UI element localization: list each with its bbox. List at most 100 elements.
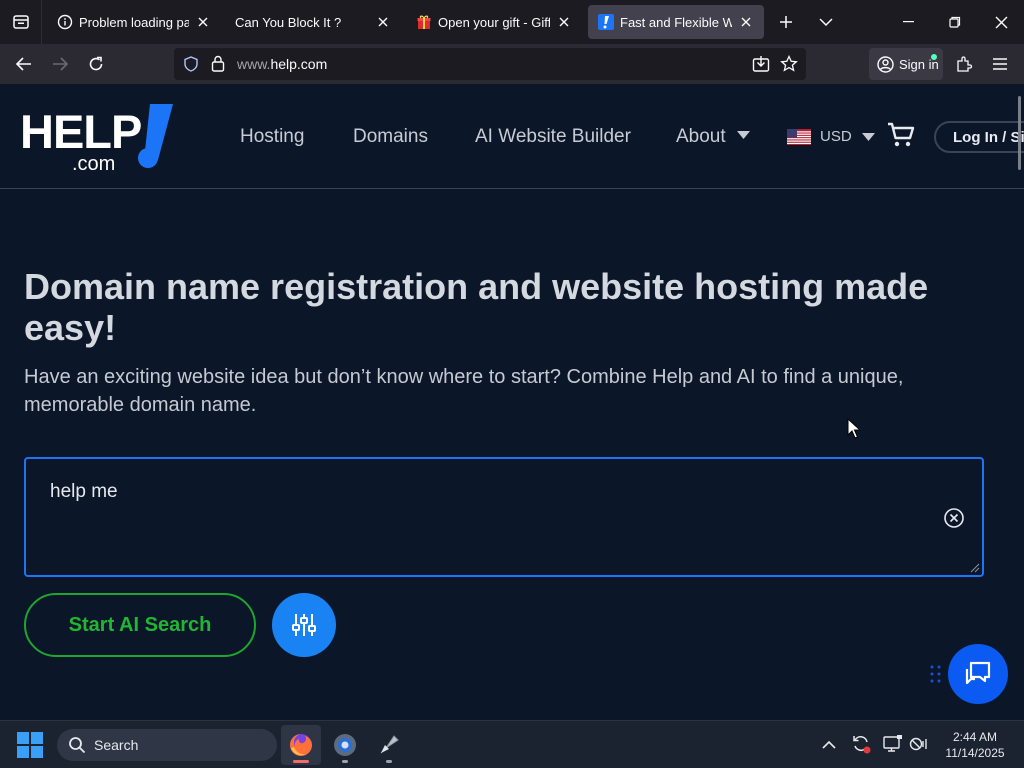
reload-button[interactable] [80, 48, 112, 80]
tab-title: Fast and Flexible Web H [620, 14, 732, 30]
search-filters-button[interactable] [272, 593, 336, 657]
login-signup-button[interactable]: Log In / Sign Up [934, 121, 1024, 153]
search-icon [69, 737, 86, 754]
help-favicon-icon [598, 14, 614, 30]
lock-icon[interactable] [211, 55, 225, 72]
restore-icon [949, 16, 961, 28]
clock-date: 11/14/2025 [945, 746, 1005, 760]
minimize-button[interactable] [886, 0, 932, 44]
caret-down-icon [736, 131, 750, 139]
notification-dot [931, 54, 937, 60]
page-scrollbar[interactable] [1018, 96, 1021, 170]
arrow-left-icon [16, 57, 31, 71]
restore-button[interactable] [932, 0, 978, 44]
hero-subtitle: Have an exciting website idea but don’t … [24, 366, 904, 416]
minimize-icon [903, 21, 914, 23]
tab-open-your-gift[interactable]: Open your gift - Gifft.m [406, 5, 582, 39]
tab-fast-and-flexible[interactable]: Fast and Flexible Web H [588, 5, 764, 39]
firefox-view-icon [12, 15, 29, 29]
close-icon [995, 16, 1007, 28]
tab-can-you-block-it[interactable]: Can You Block It ? [225, 5, 401, 39]
nav-ai-website-builder[interactable]: AI Website Builder [475, 126, 631, 148]
close-window-button[interactable] [978, 0, 1024, 44]
hamburger-menu-icon [993, 58, 1007, 70]
chevron-up-icon [822, 740, 836, 749]
sync-alert-icon [853, 736, 871, 754]
gift-icon [416, 14, 432, 30]
back-button[interactable] [8, 48, 40, 80]
svg-text:HELP: HELP [20, 105, 141, 158]
running-app-indicator [386, 760, 392, 763]
nav-domains[interactable]: Domains [353, 126, 428, 148]
us-flag-icon [787, 128, 811, 145]
account-icon [877, 55, 894, 73]
tab-problem-loading[interactable]: Problem loading page [47, 5, 221, 39]
tab-close-icon[interactable] [195, 14, 211, 30]
plus-icon [780, 16, 792, 28]
resize-grip-icon[interactable] [968, 561, 980, 573]
arrow-right-icon [53, 57, 68, 71]
chevron-down-icon [819, 18, 833, 27]
sync-tray-icon[interactable] [850, 733, 872, 755]
pen-tool-icon [380, 735, 399, 754]
windows-start-icon[interactable] [17, 732, 43, 758]
extensions-button[interactable] [948, 48, 980, 80]
display-tray-icon[interactable] [882, 733, 904, 755]
taskbar-pinned-app[interactable] [369, 725, 409, 765]
sign-in-button[interactable]: Sign in [869, 48, 943, 80]
tab-title: Open your gift - Gifft.m [438, 14, 550, 30]
no-internet-icon [909, 737, 927, 751]
tab-close-icon[interactable] [375, 14, 391, 30]
shopping-cart-icon[interactable] [887, 122, 915, 148]
tab-close-icon[interactable] [556, 14, 572, 30]
tab-close-icon[interactable] [738, 14, 754, 30]
textarea-value: help me [50, 481, 118, 502]
list-all-tabs-button[interactable] [803, 0, 849, 44]
url-prefix: www. [237, 56, 271, 72]
tab-title: Can You Block It ? [235, 14, 342, 30]
taskbar-firefox[interactable] [281, 725, 321, 765]
show-hidden-icons-button[interactable] [818, 733, 840, 755]
domain-idea-textarea[interactable]: help me [24, 457, 984, 577]
nav-about[interactable]: About [676, 126, 750, 148]
taskbar-search-label: Search [94, 737, 139, 753]
nav-hosting[interactable]: Hosting [240, 126, 304, 148]
currency-label: USD [820, 128, 852, 145]
windows-taskbar: Search 2:44 AM 11/14/2025 [0, 720, 1024, 768]
clear-input-icon[interactable] [943, 507, 965, 529]
url-text[interactable]: www.help.com [237, 56, 327, 72]
help-com-logo[interactable]: HELP .com [20, 102, 175, 172]
reload-icon [89, 56, 103, 71]
sliders-icon [292, 614, 316, 636]
chat-bubbles-icon [965, 661, 991, 685]
monitor-icon [883, 735, 902, 752]
drag-handle-icon[interactable] [929, 664, 943, 684]
system-clock[interactable]: 2:44 AM 11/14/2025 [934, 729, 1016, 761]
taskbar-settings[interactable] [325, 725, 365, 765]
tab-title: Problem loading page [79, 14, 189, 30]
svg-text:.com: .com [72, 153, 115, 172]
browser-navigation-toolbar: www.help.com Sign in [0, 44, 1024, 84]
nav-about-label: About [676, 126, 726, 147]
browser-tab-strip: Problem loading page Can You Block It ? … [0, 0, 1024, 44]
running-app-indicator [342, 760, 348, 763]
site-header: HELP .com Hosting Domains AI Website Bui… [0, 84, 1024, 189]
start-ai-search-button[interactable]: Start AI Search [24, 593, 256, 657]
bookmark-star-icon[interactable] [780, 55, 798, 73]
app-menu-button[interactable] [984, 48, 1016, 80]
firefox-view-button[interactable] [0, 0, 42, 44]
network-volume-tray-icon[interactable] [908, 733, 930, 755]
live-chat-button[interactable] [948, 644, 1008, 704]
forward-button[interactable] [44, 48, 76, 80]
url-domain: help.com [270, 56, 328, 72]
mouse-cursor-icon [847, 418, 861, 439]
address-bar[interactable]: www.help.com [174, 48, 806, 80]
taskbar-search[interactable]: Search [57, 729, 277, 761]
clock-time: 2:44 AM [952, 730, 998, 744]
puzzle-icon [957, 56, 973, 72]
shield-icon[interactable] [183, 56, 199, 72]
currency-selector[interactable]: USD [787, 128, 875, 145]
firefox-icon [290, 734, 312, 756]
install-app-icon[interactable] [752, 55, 770, 73]
active-app-indicator [293, 760, 309, 763]
